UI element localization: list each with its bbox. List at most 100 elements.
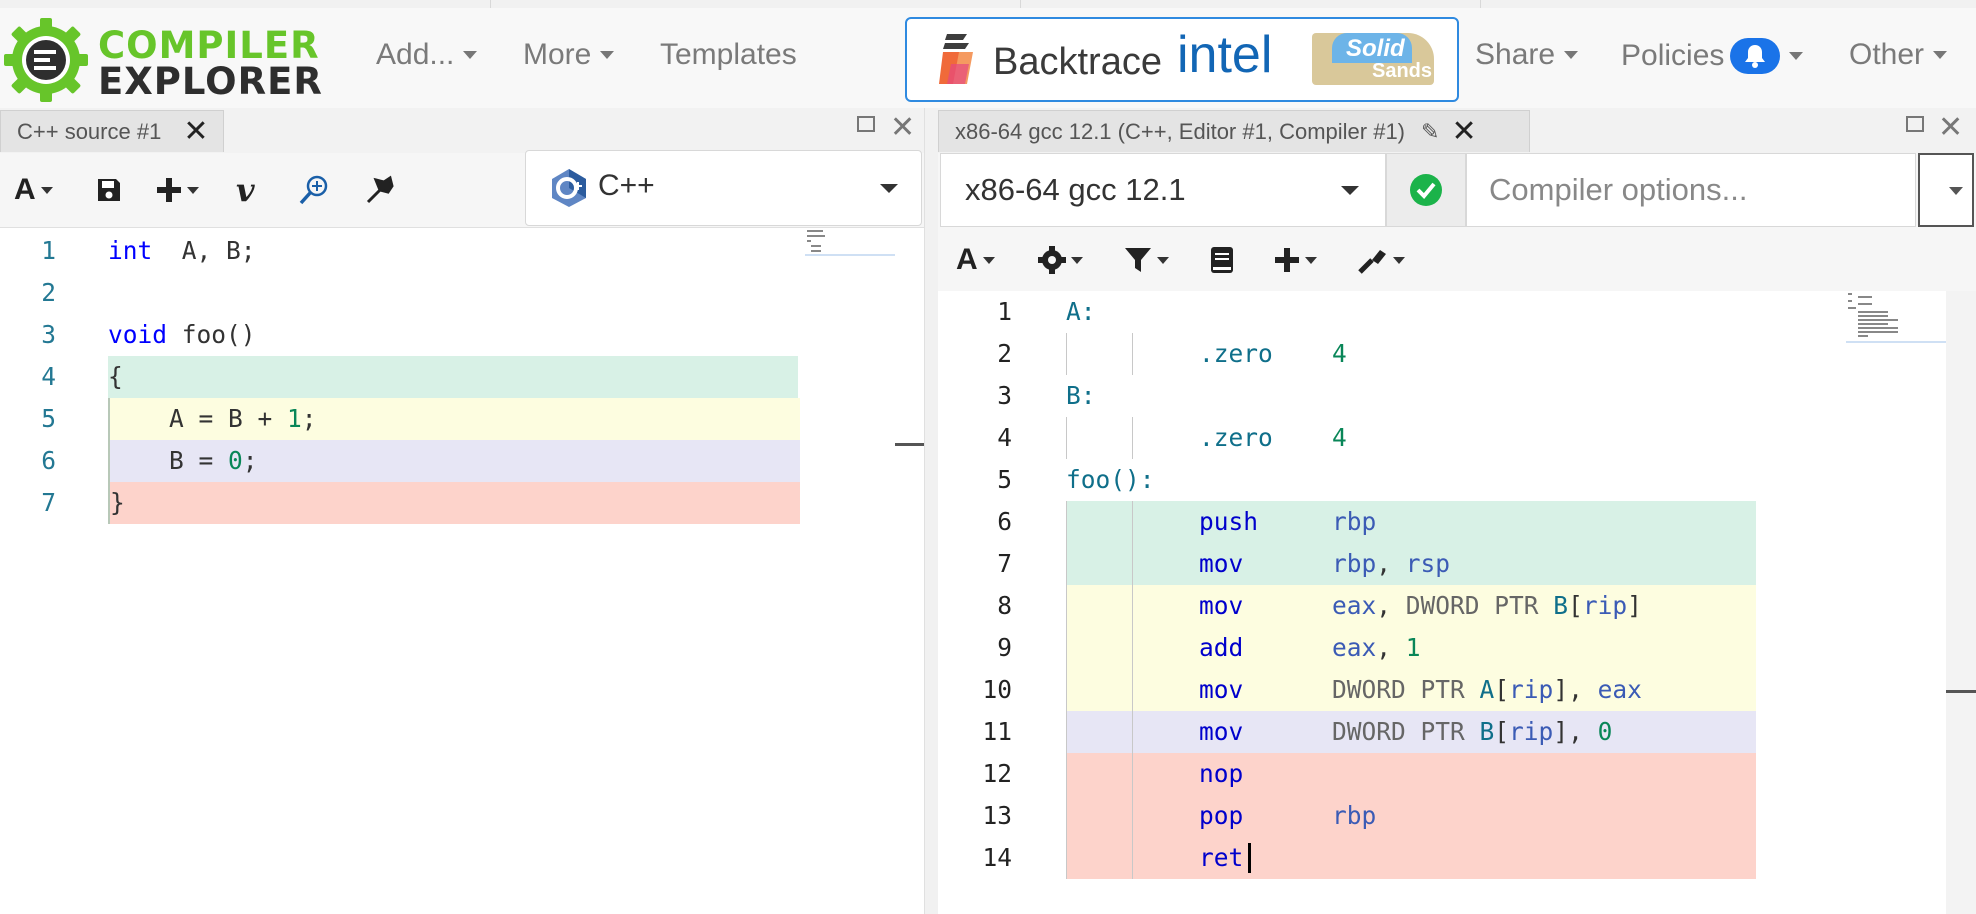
filter-icon[interactable]	[1124, 241, 1169, 279]
share-label: Share	[1475, 38, 1556, 71]
logo-text-line2: EXPLORER	[98, 60, 323, 103]
source-editor[interactable]: 1 int A, B; 2 3 void foo() 4 {5 A = B + 1; 6 B …	[0, 228, 924, 914]
settings-icon[interactable]	[1038, 241, 1083, 279]
asm-line-number: 8	[997, 591, 1012, 620]
more-menu[interactable]: More	[523, 38, 615, 72]
line-number: 6	[41, 446, 56, 475]
close-pane-icon[interactable]: ✕	[1938, 110, 1963, 145]
navbar: COMPILER EXPLORER Add... More Templates …	[0, 8, 1976, 109]
asm-minimap	[1846, 291, 1946, 345]
asm-line-number: 9	[997, 633, 1012, 662]
close-pane-icon[interactable]: ✕	[890, 110, 915, 145]
assembly-output[interactable]: 1 A: 2 .zero 4 3 B: 4 .zero 4 5 foo(): 6 push rbp 7 mov r…	[938, 291, 1976, 914]
solid-text: Solid	[1346, 35, 1405, 62]
intel-sponsor: intel	[1177, 26, 1273, 84]
source-line: {	[108, 356, 798, 398]
gear-logo-icon	[4, 18, 88, 102]
pencil-icon[interactable]: ✎	[1421, 119, 1439, 145]
asm-scrollbar[interactable]	[1946, 291, 1976, 914]
asm-line: B:	[1066, 381, 1096, 410]
chevron-down-icon	[1933, 51, 1948, 59]
line-number: 3	[41, 320, 56, 349]
language-select[interactable]: C++	[525, 150, 922, 226]
asm-line-number: 5	[997, 465, 1012, 494]
source-minimap	[805, 228, 895, 256]
compiler-name: x86-64 gcc 12.1	[965, 172, 1186, 207]
solid-sands-sponsor: Solid Sands	[1312, 33, 1434, 85]
line-number: 1	[41, 236, 56, 265]
font-size-icon[interactable]: A	[14, 171, 53, 209]
asm-line-number: 13	[982, 801, 1012, 830]
chevron-down-icon	[600, 51, 615, 59]
other-menu[interactable]: Other	[1849, 38, 1948, 72]
asm-line: add eax, 1	[1066, 627, 1756, 669]
language-label: C++	[598, 169, 655, 202]
asm-line-number: 1	[997, 297, 1012, 326]
text-cursor	[1248, 843, 1251, 873]
asm-line-number: 10	[982, 675, 1012, 704]
chevron-down-icon	[1341, 186, 1359, 195]
asm-line: nop	[1066, 753, 1756, 795]
source-line: }	[108, 482, 800, 524]
asm-line-number: 11	[982, 717, 1012, 746]
tab-compiler[interactable]: x86-64 gcc 12.1 (C++, Editor #1, Compile…	[938, 110, 1530, 152]
source-line: A = B + 1;	[108, 398, 800, 440]
tools-icon[interactable]	[1358, 241, 1405, 279]
scrollbar-marker	[895, 443, 924, 446]
chevron-down-icon	[1789, 52, 1804, 60]
add-menu[interactable]: Add...	[376, 38, 478, 72]
chevron-down-icon	[1564, 51, 1579, 59]
asm-line: foo():	[1066, 465, 1155, 494]
source-line: int A, B;	[108, 236, 256, 265]
cpp-logo-icon	[552, 169, 586, 207]
backtrace-logo-icon	[939, 34, 973, 84]
chevron-down-icon	[463, 51, 478, 59]
bell-icon	[1730, 38, 1781, 74]
other-label: Other	[1849, 38, 1925, 71]
sponsors-banner[interactable]: Backtrace intel Solid Sands	[905, 17, 1459, 102]
asm-line: A:	[1066, 297, 1096, 326]
asm-line-number: 2	[997, 339, 1012, 368]
libraries-icon[interactable]	[1210, 241, 1234, 279]
vim-icon[interactable]: v	[236, 171, 255, 209]
asm-line: push rbp	[1066, 501, 1756, 543]
close-icon[interactable]: ✕	[1451, 116, 1476, 147]
share-menu[interactable]: Share	[1475, 38, 1579, 72]
asm-line-number: 7	[997, 549, 1012, 578]
asm-line-number: 6	[997, 507, 1012, 536]
compiler-options-dropdown[interactable]	[1918, 153, 1974, 227]
font-size-icon[interactable]: A	[956, 241, 995, 279]
asm-line-number: 3	[997, 381, 1012, 410]
source-line: B = 0;	[108, 440, 800, 482]
tab-cpp-source[interactable]: C++ source #1 ✕	[0, 110, 224, 152]
templates-link[interactable]: Templates	[660, 38, 797, 72]
source-tab-title: C++ source #1	[17, 118, 162, 144]
search-icon[interactable]	[298, 171, 330, 209]
logo-text-line1: COMPILER	[98, 24, 320, 67]
runtime-tools-icon[interactable]	[364, 171, 396, 209]
asm-line: mov DWORD PTR A[rip], eax	[1066, 669, 1756, 711]
line-number: 4	[41, 362, 56, 391]
source-line: void foo()	[108, 320, 256, 349]
add-icon[interactable]	[1274, 241, 1317, 279]
maximize-icon[interactable]	[1906, 116, 1924, 132]
policies-menu[interactable]: Policies	[1621, 38, 1804, 74]
asm-line: mov DWORD PTR B[rip], 0	[1066, 711, 1756, 753]
policies-label: Policies	[1621, 39, 1725, 72]
templates-label: Templates	[660, 38, 797, 71]
chevron-down-icon	[880, 184, 898, 193]
pane-splitter[interactable]	[924, 108, 939, 914]
save-icon[interactable]	[96, 171, 122, 209]
add-icon[interactable]	[156, 171, 199, 209]
backtrace-sponsor: Backtrace	[993, 41, 1162, 83]
add-menu-label: Add...	[376, 38, 455, 71]
maximize-icon[interactable]	[857, 116, 875, 132]
compiler-select[interactable]: x86-64 gcc 12.1	[940, 153, 1386, 227]
compile-status[interactable]	[1386, 153, 1466, 227]
compiler-options-input[interactable]: Compiler options...	[1466, 153, 1916, 227]
compiler-explorer-logo[interactable]: COMPILER EXPLORER	[0, 14, 330, 106]
compiler-tabbar: x86-64 gcc 12.1 (C++, Editor #1, Compile…	[938, 108, 1976, 154]
asm-line: pop rbp	[1066, 795, 1756, 837]
close-icon[interactable]: ✕	[183, 116, 208, 147]
asm-line-number: 4	[997, 423, 1012, 452]
